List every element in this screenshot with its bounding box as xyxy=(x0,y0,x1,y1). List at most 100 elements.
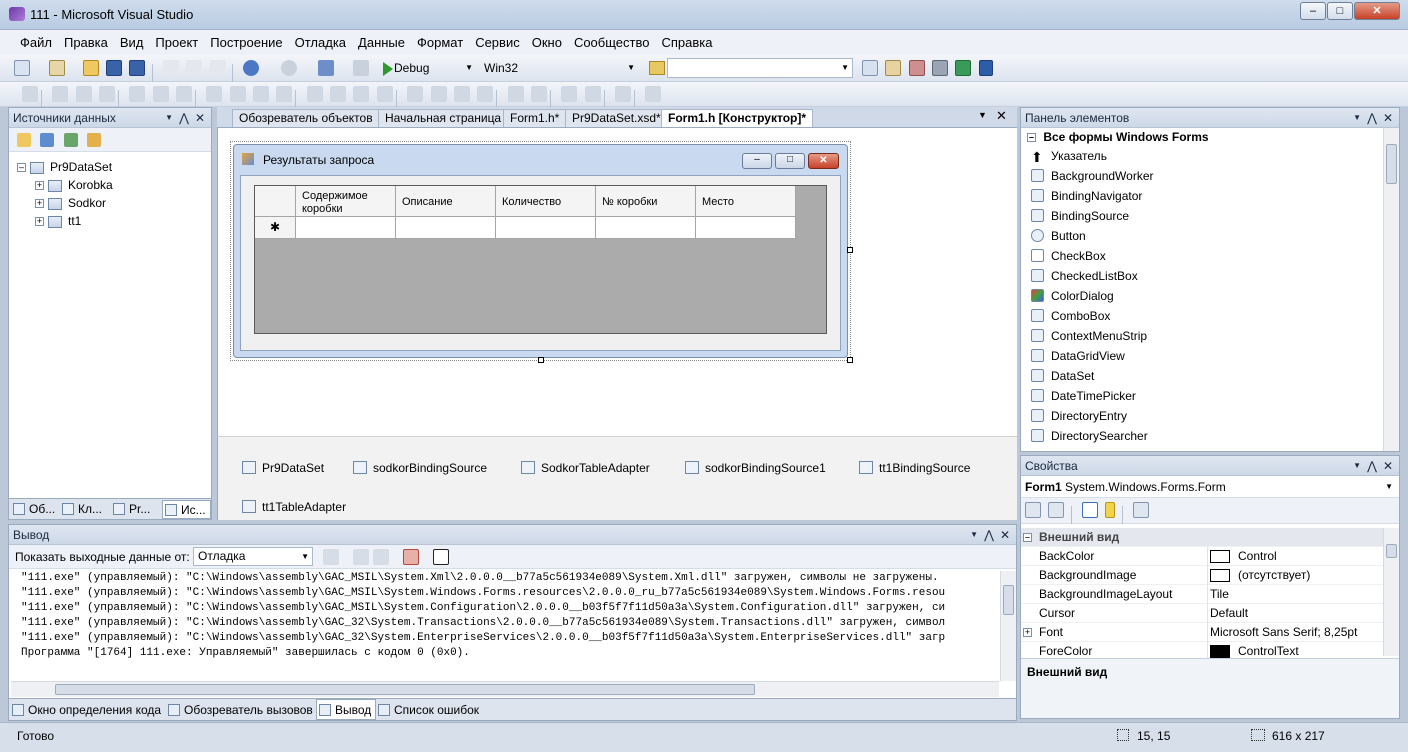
refresh-icon[interactable] xyxy=(87,133,102,147)
horizontal-spacing-equal-icon[interactable] xyxy=(306,86,323,102)
output-horizontal-scrollbar[interactable] xyxy=(11,681,999,697)
property-row[interactable]: BackgroundImageLayout Tile xyxy=(1021,585,1383,604)
categorized-icon[interactable] xyxy=(1025,502,1041,518)
minimize-button[interactable]: – xyxy=(1300,2,1326,20)
tab-form1-designer[interactable]: Form1.h [Конструктор]* xyxy=(661,109,814,127)
word-wrap-icon[interactable] xyxy=(433,549,449,565)
menu-view[interactable]: Вид xyxy=(114,30,150,55)
clear-all-icon[interactable] xyxy=(403,549,419,565)
properties-window-icon[interactable] xyxy=(885,60,902,76)
save-all-icon[interactable] xyxy=(129,60,146,76)
component-sodkortableadapter[interactable]: SodkorTableAdapter xyxy=(521,461,650,475)
scroll-thumb[interactable] xyxy=(1003,585,1014,615)
redo-icon[interactable] xyxy=(280,60,297,76)
lock-controls-icon[interactable] xyxy=(645,86,662,102)
tab-object-browser-short[interactable]: Об... xyxy=(11,501,59,518)
component-sodkorbindingsource1[interactable]: sodkorBindingSource1 xyxy=(685,461,826,475)
align-rights-icon[interactable] xyxy=(99,86,116,102)
property-row[interactable]: BackColor Control xyxy=(1021,547,1383,566)
toolbox-item-directoryentry[interactable]: DirectoryEntry xyxy=(1021,406,1383,426)
toolbox-item-colordialog[interactable]: ColorDialog xyxy=(1021,286,1383,306)
menu-window[interactable]: Окно xyxy=(526,30,568,55)
menu-file[interactable]: Файл xyxy=(14,30,58,55)
collapse-icon[interactable]: – xyxy=(17,163,26,173)
tab-class-view-short[interactable]: Кл... xyxy=(60,501,110,518)
collapse-icon[interactable]: – xyxy=(1023,533,1032,542)
property-pages-icon[interactable] xyxy=(1133,502,1150,518)
tab-form1-h[interactable]: Form1.h* xyxy=(503,109,567,127)
solution-explorer-icon[interactable] xyxy=(862,60,878,76)
center-horizontally-icon[interactable] xyxy=(507,86,524,102)
horizontal-spacing-remove-icon[interactable] xyxy=(376,86,393,102)
align-to-grid-icon[interactable] xyxy=(22,86,38,102)
menu-community[interactable]: Сообщество xyxy=(568,30,656,55)
expand-icon[interactable]: + xyxy=(1023,628,1032,637)
tab-start-page[interactable]: Начальная страница xyxy=(378,109,509,127)
undo-icon[interactable] xyxy=(243,60,260,76)
menu-data[interactable]: Данные xyxy=(352,30,411,55)
close-icon[interactable]: ✕ xyxy=(195,108,205,128)
tab-data-sources-short[interactable]: Ис... xyxy=(162,500,211,519)
menu-debug[interactable]: Отладка xyxy=(289,30,352,55)
bring-to-front-icon[interactable] xyxy=(561,86,578,102)
toolbox-item-checkbox[interactable]: CheckBox xyxy=(1021,246,1383,266)
events-icon[interactable] xyxy=(1105,502,1116,518)
component-sodkorbindingsource[interactable]: sodkorBindingSource xyxy=(353,461,487,475)
vertical-spacing-decrease-icon[interactable] xyxy=(453,86,470,102)
vertical-spacing-remove-icon[interactable] xyxy=(477,86,494,102)
align-bottoms-icon[interactable] xyxy=(176,86,193,102)
align-tops-icon[interactable] xyxy=(129,86,146,102)
close-icon[interactable]: ✕ xyxy=(1383,108,1393,128)
make-same-height-icon[interactable] xyxy=(229,86,246,102)
align-centers-icon[interactable] xyxy=(75,86,92,102)
property-row[interactable]: BackgroundImage (отсутствует) xyxy=(1021,566,1383,585)
scroll-thumb[interactable] xyxy=(55,684,755,695)
output-vertical-scrollbar[interactable] xyxy=(1000,571,1016,681)
horizontal-spacing-decrease-icon[interactable] xyxy=(353,86,370,102)
pin-icon[interactable]: ⋀ xyxy=(1367,108,1377,128)
next-message-icon[interactable] xyxy=(373,549,389,565)
paste-icon[interactable] xyxy=(209,60,226,76)
align-middles-icon[interactable] xyxy=(152,86,169,102)
menu-tools[interactable]: Сервис xyxy=(469,30,526,55)
toolbox-item-backgroundworker[interactable]: BackgroundWorker xyxy=(1021,166,1383,186)
toolbox-item-checkedlistbox[interactable]: CheckedListBox xyxy=(1021,266,1383,286)
pin-icon[interactable]: ⋀ xyxy=(179,108,189,128)
toolbox-group-header[interactable]: – Все формы Windows Forms xyxy=(1021,128,1399,146)
pin-icon[interactable]: ⋀ xyxy=(1367,456,1377,476)
output-source-combo[interactable]: Отладка ▼ xyxy=(193,547,313,566)
expand-icon[interactable]: + xyxy=(35,181,44,191)
toolbox-item-combobox[interactable]: ComboBox xyxy=(1021,306,1383,326)
toolbox-item-dataset[interactable]: DataSet xyxy=(1021,366,1383,386)
component-pr9dataset[interactable]: Pr9DataSet xyxy=(242,461,324,475)
expand-icon[interactable]: + xyxy=(35,217,44,227)
output-text[interactable]: "111.exe" (управляемый): "C:\Windows\ass… xyxy=(21,571,999,661)
add-data-source-icon[interactable] xyxy=(17,133,31,147)
tree-node-tt1[interactable]: + tt1 xyxy=(17,212,211,230)
toolbox-scrollbar[interactable] xyxy=(1383,128,1399,451)
toolbox-item-bindingsource[interactable]: BindingSource xyxy=(1021,206,1383,226)
close-window-button[interactable]: ✕ xyxy=(1354,2,1400,20)
pin-icon[interactable]: ⋀ xyxy=(984,525,994,545)
toolbox-item-directorysearcher[interactable]: DirectorySearcher xyxy=(1021,426,1383,446)
platform-combo[interactable]: Win32 ▼ xyxy=(479,58,639,78)
tab-call-browser[interactable]: Обозреватель вызовов xyxy=(166,700,317,720)
tab-pr9dataset-xsd[interactable]: Pr9DataSet.xsd* xyxy=(565,109,668,127)
vertical-spacing-increase-icon[interactable] xyxy=(430,86,447,102)
edit-dataset-icon[interactable] xyxy=(40,133,55,147)
toolbox-item-datagridview[interactable]: DataGridView xyxy=(1021,346,1383,366)
find-message-icon[interactable] xyxy=(323,549,339,565)
resize-handle[interactable] xyxy=(538,357,544,363)
component-tt1tableadapter[interactable]: tt1TableAdapter xyxy=(242,500,346,514)
menu-edit[interactable]: Правка xyxy=(58,30,114,55)
close-icon[interactable]: ✕ xyxy=(1000,525,1010,545)
chevron-down-icon[interactable]: ▼ xyxy=(1353,108,1361,128)
menu-project[interactable]: Проект xyxy=(149,30,204,55)
configuration-combo[interactable]: Debug ▼ xyxy=(389,58,477,78)
align-lefts-icon[interactable] xyxy=(52,86,69,102)
collapse-icon[interactable]: – xyxy=(1027,133,1036,143)
scroll-thumb[interactable] xyxy=(1386,144,1397,184)
resize-handle[interactable] xyxy=(847,247,853,253)
component-tt1bindingsource[interactable]: tt1BindingSource xyxy=(859,461,970,475)
menu-format[interactable]: Формат xyxy=(411,30,469,55)
